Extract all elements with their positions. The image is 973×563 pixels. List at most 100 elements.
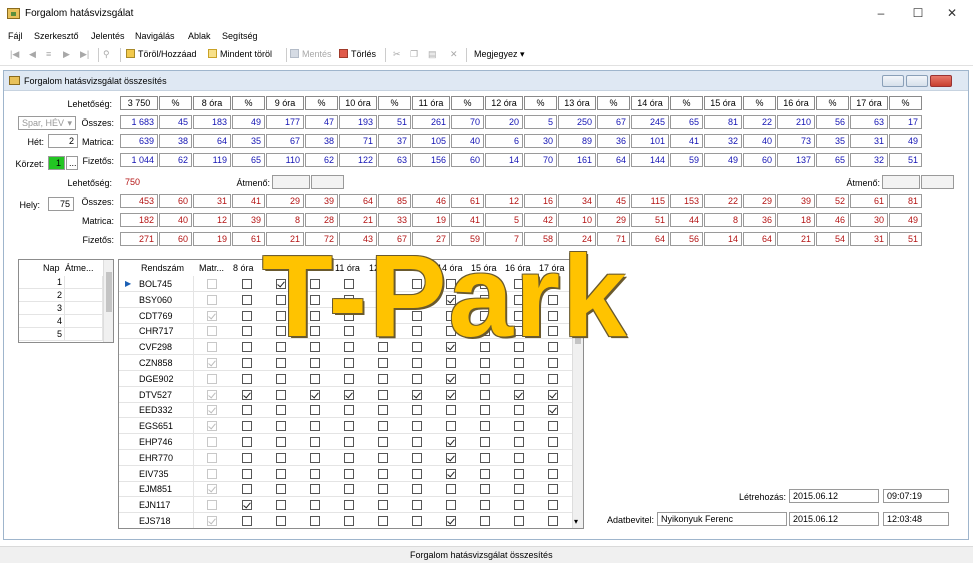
cancel-icon[interactable]: ✕	[450, 49, 458, 60]
hour-checkbox[interactable]	[310, 389, 320, 400]
hour-checkbox[interactable]	[514, 405, 524, 416]
hour-checkbox[interactable]	[446, 468, 456, 479]
hour-checkbox[interactable]	[344, 421, 354, 432]
hour-checkbox[interactable]	[446, 484, 456, 495]
hour-checkbox[interactable]	[446, 500, 456, 511]
hour-checkbox[interactable]	[412, 468, 422, 479]
hour-checkbox[interactable]	[446, 452, 456, 463]
minimize-button[interactable]: –	[866, 4, 896, 22]
search-icon[interactable]: ⚲	[103, 49, 110, 60]
hour-checkbox[interactable]	[242, 279, 252, 289]
hour-checkbox[interactable]	[412, 516, 422, 526]
plate-grid-row[interactable]: EGS651	[119, 418, 572, 435]
hour-checkbox[interactable]	[548, 437, 558, 447]
hour-checkbox[interactable]	[310, 500, 320, 511]
hour-checkbox[interactable]	[480, 373, 490, 384]
hour-checkbox[interactable]	[548, 405, 558, 416]
day-grid-row[interactable]: 3	[19, 302, 103, 315]
paste-icon[interactable]: ▤	[428, 49, 437, 60]
menu-help[interactable]: Segítség	[222, 31, 258, 41]
hour-checkbox[interactable]	[480, 452, 490, 463]
menu-editor[interactable]: Szerkesztő	[34, 31, 79, 41]
hour-checkbox[interactable]	[514, 468, 524, 479]
copy-icon[interactable]: ❐	[410, 49, 418, 60]
hour-checkbox[interactable]	[276, 516, 286, 526]
close-button[interactable]: ✕	[937, 4, 967, 22]
hour-checkbox[interactable]	[514, 484, 524, 495]
hour-checkbox[interactable]	[344, 500, 354, 511]
hour-checkbox[interactable]	[242, 389, 252, 400]
hour-checkbox[interactable]	[378, 452, 388, 463]
hour-checkbox[interactable]	[310, 468, 320, 479]
hour-checkbox[interactable]	[242, 484, 252, 495]
hour-checkbox[interactable]	[480, 405, 490, 416]
plate-grid-row[interactable]: EIV735	[119, 465, 572, 482]
district-field[interactable]: 1	[48, 156, 65, 170]
hour-checkbox[interactable]	[480, 500, 490, 511]
hour-checkbox[interactable]	[242, 437, 252, 447]
plate-grid-row[interactable]: DGE902	[119, 370, 572, 387]
hour-checkbox[interactable]	[412, 373, 422, 384]
hour-checkbox[interactable]	[378, 500, 388, 511]
hour-checkbox[interactable]	[378, 421, 388, 432]
hour-checkbox[interactable]	[378, 484, 388, 495]
hour-checkbox[interactable]	[276, 484, 286, 495]
child-minimize-button[interactable]	[882, 75, 904, 87]
hour-checkbox[interactable]	[242, 516, 252, 526]
hour-checkbox[interactable]	[378, 373, 388, 384]
hour-checkbox[interactable]	[514, 389, 524, 400]
hour-checkbox[interactable]	[378, 516, 388, 526]
hour-checkbox[interactable]	[412, 421, 422, 432]
menu-file[interactable]: Fájl	[8, 31, 23, 41]
hour-checkbox[interactable]	[276, 421, 286, 432]
day-grid-row[interactable]: 5	[19, 328, 103, 341]
hour-checkbox[interactable]	[344, 452, 354, 463]
hour-checkbox[interactable]	[514, 373, 524, 384]
scroll-down-icon[interactable]: ▾	[574, 517, 578, 526]
hour-checkbox[interactable]	[378, 405, 388, 416]
hour-checkbox[interactable]	[242, 452, 252, 463]
maximize-button[interactable]: ☐	[903, 4, 933, 22]
delete-button[interactable]: Törlés	[339, 49, 376, 59]
hour-checkbox[interactable]	[378, 389, 388, 400]
next-record-icon[interactable]: ▶	[63, 49, 70, 60]
hour-checkbox[interactable]	[242, 500, 252, 511]
hour-checkbox[interactable]	[344, 484, 354, 495]
hour-checkbox[interactable]	[412, 437, 422, 447]
menu-navigation[interactable]: Navigálás	[135, 31, 175, 41]
hour-checkbox[interactable]	[548, 500, 558, 511]
hour-checkbox[interactable]	[242, 468, 252, 479]
hour-checkbox[interactable]	[548, 484, 558, 495]
hour-checkbox[interactable]	[514, 452, 524, 463]
hour-checkbox[interactable]	[480, 437, 490, 447]
hour-checkbox[interactable]	[548, 516, 558, 526]
first-record-icon[interactable]: |◀	[10, 49, 19, 60]
child-restore-button[interactable]	[906, 75, 928, 87]
cut-icon[interactable]: ✂	[393, 49, 401, 60]
hour-checkbox[interactable]	[344, 373, 354, 384]
note-dropdown[interactable]: Megjegyez ▾	[474, 49, 525, 60]
toggle-add-button[interactable]: Töröl/Hozzáad	[126, 49, 197, 59]
hour-checkbox[interactable]	[276, 468, 286, 479]
place-combo[interactable]: Spar, HÉV ▾	[18, 116, 76, 130]
hour-checkbox[interactable]	[514, 421, 524, 432]
plate-grid-row[interactable]: EJS718	[119, 513, 572, 528]
hour-checkbox[interactable]	[548, 389, 558, 400]
prev-record-icon[interactable]: ◀	[29, 49, 36, 60]
record-position-icon[interactable]: ≡	[46, 49, 51, 59]
hour-checkbox[interactable]	[446, 421, 456, 432]
plate-grid-row[interactable]: EED332	[119, 402, 572, 419]
plate-grid-row[interactable]: EHP746	[119, 434, 572, 450]
hour-checkbox[interactable]	[514, 500, 524, 511]
hour-checkbox[interactable]	[378, 468, 388, 479]
hely-field[interactable]: 75	[48, 197, 74, 211]
plate-grid-row[interactable]: DTV527	[119, 386, 572, 403]
hour-checkbox[interactable]	[276, 373, 286, 384]
hour-checkbox[interactable]	[446, 389, 456, 400]
hour-checkbox[interactable]	[242, 294, 252, 305]
hour-checkbox[interactable]	[310, 437, 320, 447]
hour-checkbox[interactable]	[344, 516, 354, 526]
hour-checkbox[interactable]	[310, 373, 320, 384]
hour-checkbox[interactable]	[446, 516, 456, 526]
day-grid-scrollbar[interactable]	[103, 260, 113, 342]
